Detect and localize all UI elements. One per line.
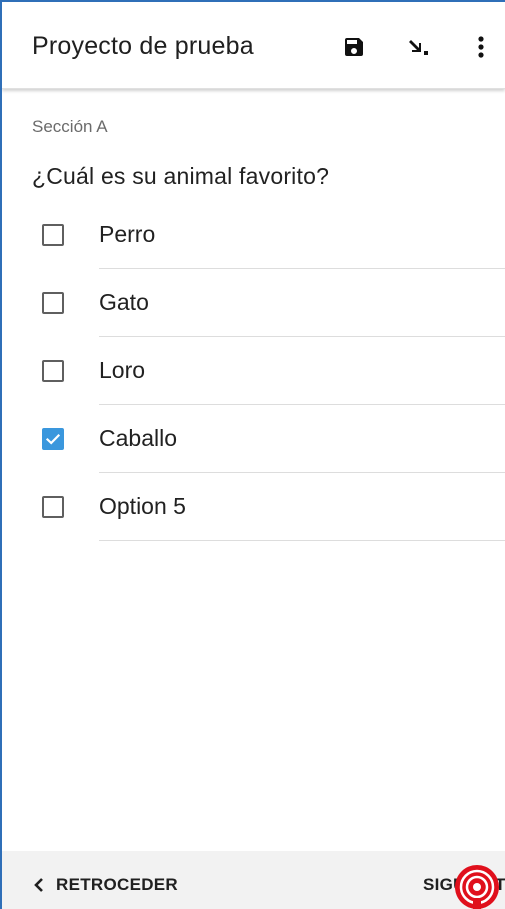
- save-icon[interactable]: [340, 33, 368, 61]
- checkbox-icon[interactable]: [42, 496, 64, 518]
- divider: [99, 540, 505, 541]
- section-label: Sección A: [32, 117, 108, 136]
- more-vert-icon[interactable]: [467, 33, 495, 61]
- option-label: Loro: [99, 357, 146, 383]
- option-label: Gato: [99, 289, 149, 315]
- checkbox-checked-icon[interactable]: [42, 428, 64, 450]
- chevron-left-icon: [34, 878, 43, 892]
- app-title: Proyecto de prueba: [32, 32, 254, 60]
- question-text: ¿Cuál es su animal favorito?: [32, 163, 330, 189]
- back-button-label: RETROCEDER: [56, 875, 179, 894]
- option-label: Option 5: [99, 493, 186, 519]
- goto-icon[interactable]: [406, 33, 434, 61]
- checkbox-icon[interactable]: [42, 360, 64, 382]
- bottom-navigation-bar: RETROCEDER SIGUIENTE: [2, 851, 505, 909]
- option-5[interactable]: Option 5: [2, 473, 505, 541]
- option-gato[interactable]: Gato: [2, 269, 505, 337]
- option-loro[interactable]: Loro: [2, 337, 505, 405]
- touch-indicator-icon: [455, 865, 499, 909]
- screen: Proyecto de prueba Sección A ¿Cuál es su…: [0, 0, 505, 909]
- option-label: Perro: [99, 221, 156, 247]
- option-label: Caballo: [99, 425, 177, 451]
- options-list: Perro Gato Loro Caballo Option 5: [2, 201, 505, 541]
- app-bar: Proyecto de prueba: [2, 2, 505, 89]
- checkbox-icon[interactable]: [42, 292, 64, 314]
- option-perro[interactable]: Perro: [2, 201, 505, 269]
- back-button[interactable]: RETROCEDER: [32, 875, 178, 895]
- checkbox-icon[interactable]: [42, 224, 64, 246]
- option-caballo[interactable]: Caballo: [2, 405, 505, 473]
